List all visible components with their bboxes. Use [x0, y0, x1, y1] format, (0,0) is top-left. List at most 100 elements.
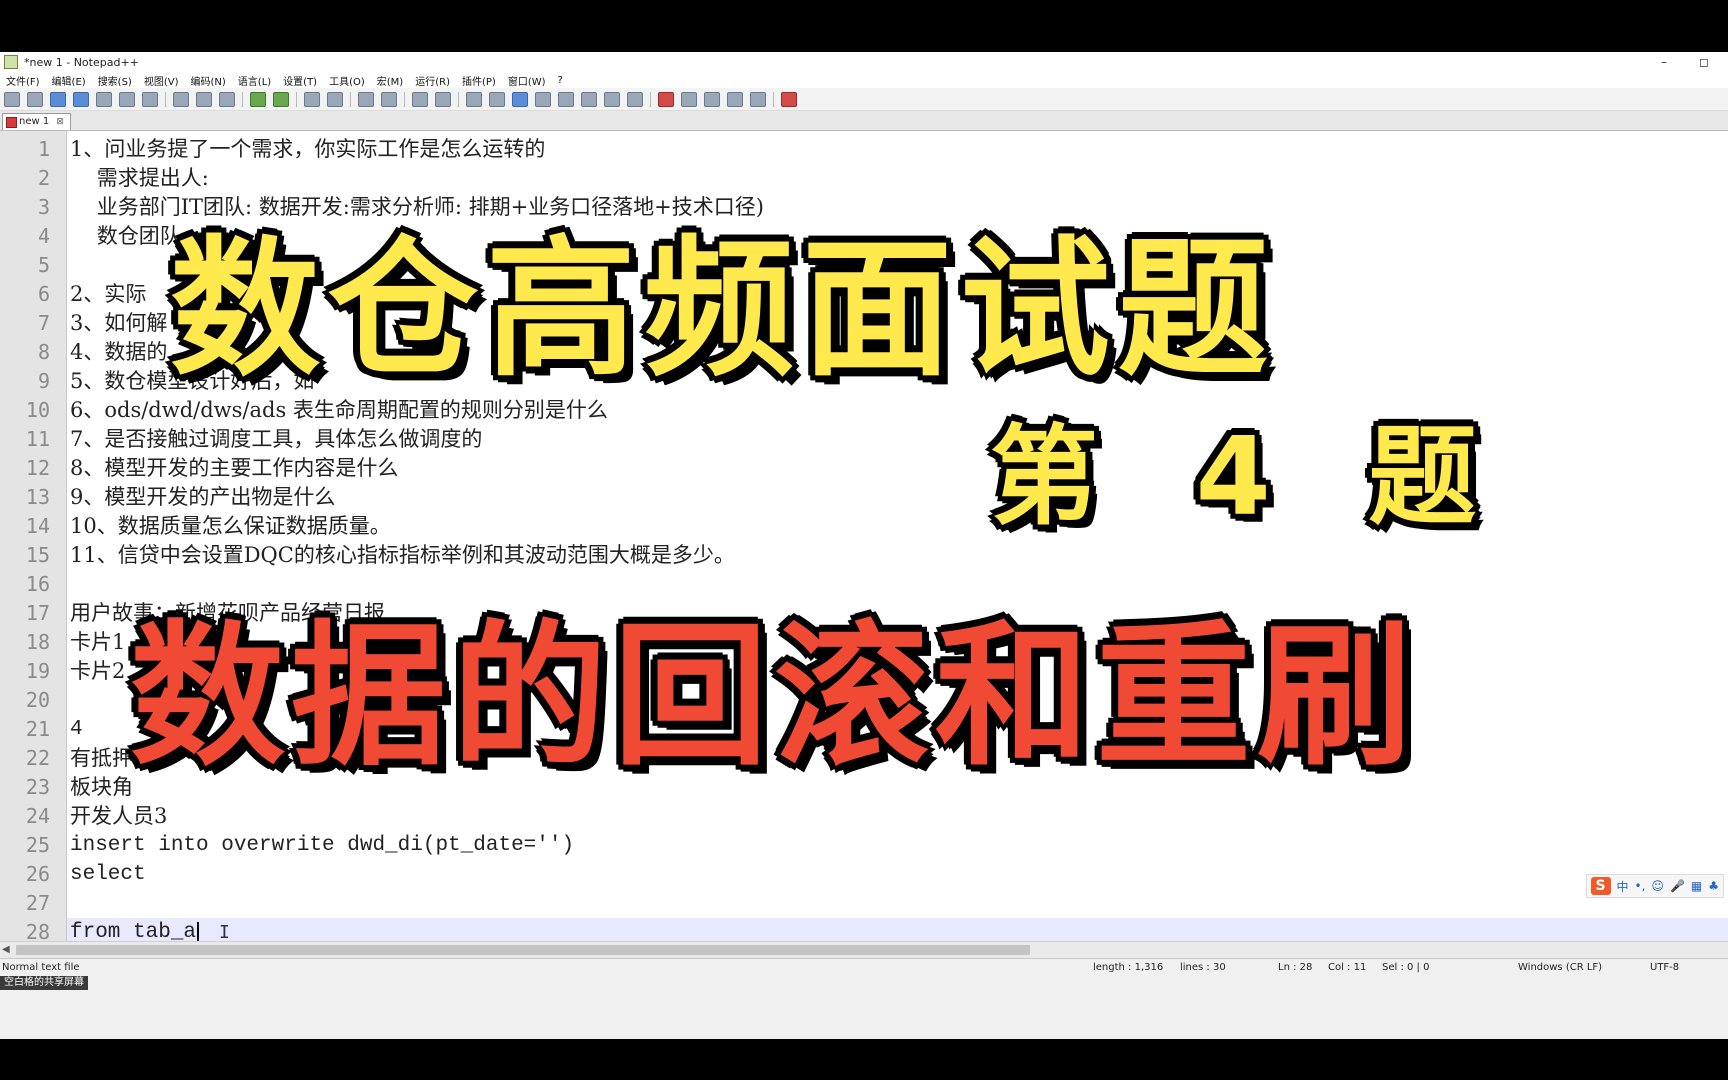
- ime-emoji-icon[interactable]: ☺: [1651, 879, 1664, 893]
- find-icon[interactable]: [304, 91, 320, 107]
- run-macro-multiple-icon[interactable]: [727, 91, 743, 107]
- open-file-icon[interactable]: [27, 91, 43, 107]
- new-file-icon[interactable]: [4, 91, 20, 107]
- scroll-left-icon[interactable]: ◀: [2, 942, 10, 958]
- zoom-in-icon[interactable]: [358, 91, 374, 107]
- menu-plugins[interactable]: 插件(P): [462, 73, 496, 88]
- ime-keyboard-icon[interactable]: ▦: [1691, 879, 1702, 893]
- menu-file[interactable]: 文件(F): [6, 73, 40, 88]
- notepad-icon: [4, 55, 18, 69]
- folder-workspace-icon[interactable]: [604, 91, 620, 107]
- show-all-chars-icon[interactable]: [489, 91, 505, 107]
- maximize-button[interactable]: ◻: [1684, 52, 1724, 72]
- line-number: 19: [25, 659, 50, 683]
- menu-view[interactable]: 视图(V): [144, 73, 179, 88]
- code-line: 8、模型开发的主要工作内容是什么: [70, 456, 399, 480]
- code-line: from tab_a: [70, 921, 197, 941]
- menu-settings[interactable]: 设置(T): [283, 73, 317, 88]
- text-caret: [197, 922, 199, 941]
- close-tab-icon[interactable]: ⊠: [56, 117, 64, 127]
- mouse-ibeam-cursor: I: [219, 922, 230, 941]
- tab-new-1[interactable]: new 1 ⊠: [2, 113, 71, 130]
- line-number: 26: [25, 862, 50, 886]
- code-line: 开发人员3: [70, 804, 168, 828]
- line-number: 15: [25, 543, 50, 567]
- code-line: select: [70, 863, 146, 886]
- line-number: 6: [37, 282, 50, 306]
- save-macro-icon[interactable]: [750, 91, 766, 107]
- line-number: 27: [25, 891, 50, 915]
- code-line: 2、实际: [70, 282, 147, 306]
- line-number: 17: [25, 601, 50, 625]
- copy-icon[interactable]: [196, 91, 212, 107]
- code-line: 卡片1: [70, 630, 126, 654]
- line-number: 7: [37, 311, 50, 335]
- ime-punctuation-icon[interactable]: •,: [1635, 879, 1646, 893]
- scrollbar-thumb[interactable]: [16, 945, 1030, 955]
- record-macro-icon[interactable]: [658, 91, 674, 107]
- line-number: 25: [25, 833, 50, 857]
- doc-map-icon[interactable]: [558, 91, 574, 107]
- doc-length: length : 1,316: [1093, 962, 1164, 973]
- code-line: 10、数据质量怎么保证数据质量。: [70, 514, 391, 538]
- word-wrap-icon[interactable]: [466, 91, 482, 107]
- eol-format[interactable]: Windows (CR LF): [1518, 962, 1602, 973]
- code-line: 卡片2: [70, 659, 126, 683]
- line-count: lines : 30: [1180, 962, 1226, 973]
- indent-guide-icon[interactable]: [512, 91, 528, 107]
- stop-macro-icon[interactable]: [681, 91, 697, 107]
- line-number: 14: [25, 514, 50, 538]
- menu-encoding[interactable]: 编码(N): [191, 73, 226, 88]
- window-title: *new 1 - Notepad++: [24, 55, 139, 69]
- replace-icon[interactable]: [327, 91, 343, 107]
- screen-share-notice: 空白格的共享屏幕: [0, 976, 88, 990]
- menu-language[interactable]: 语言(L): [238, 73, 271, 88]
- function-list-icon[interactable]: [581, 91, 597, 107]
- redo-icon[interactable]: [273, 91, 289, 107]
- undo-icon[interactable]: [250, 91, 266, 107]
- close-all-icon[interactable]: [119, 91, 135, 107]
- menu-macro[interactable]: 宏(M): [377, 73, 403, 88]
- code-line: 7、是否接触过调度工具，具体怎么做调度的: [70, 427, 483, 451]
- udl-icon[interactable]: [535, 91, 551, 107]
- sync-horizontal-icon[interactable]: [435, 91, 451, 107]
- ime-voice-icon[interactable]: 🎤: [1670, 879, 1685, 893]
- close-file-icon[interactable]: [96, 91, 112, 107]
- menu-help[interactable]: ?: [558, 75, 563, 86]
- monitoring-icon[interactable]: [627, 91, 643, 107]
- line-number: 13: [25, 485, 50, 509]
- code-line: 4: [70, 718, 83, 741]
- ime-chinese-mode[interactable]: 中: [1617, 878, 1629, 895]
- title-bar: *new 1 - Notepad++ – ◻: [0, 52, 1728, 72]
- selection-info: Sel : 0 | 0: [1382, 962, 1430, 973]
- line-number: 16: [25, 572, 50, 596]
- save-all-icon[interactable]: [73, 91, 89, 107]
- menu-run[interactable]: 运行(R): [415, 73, 450, 88]
- line-number: 8: [37, 340, 50, 364]
- code-line: insert into overwrite dwd_di(pt_date=''): [70, 834, 575, 857]
- menu-tools[interactable]: 工具(O): [329, 73, 365, 88]
- encoding[interactable]: UTF-8: [1650, 962, 1679, 973]
- print-icon[interactable]: [142, 91, 158, 107]
- menu-window[interactable]: 窗口(W): [508, 73, 546, 88]
- line-number: 28: [25, 920, 50, 941]
- ime-toolbar[interactable]: S 中 •, ☺ 🎤 ▦ ♣: [1585, 874, 1724, 898]
- cut-icon[interactable]: [173, 91, 189, 107]
- cursor-line: Ln : 28: [1278, 962, 1313, 973]
- menu-edit[interactable]: 编辑(E): [52, 73, 86, 88]
- code-line: 数仓团队: [70, 224, 181, 248]
- cursor-col: Col : 11: [1328, 962, 1367, 973]
- menu-search[interactable]: 搜索(S): [98, 73, 132, 88]
- line-number: 11: [25, 427, 50, 451]
- sync-vertical-icon[interactable]: [412, 91, 428, 107]
- menu-bar: 文件(F) 编辑(E) 搜索(S) 视图(V) 编码(N) 语言(L) 设置(T…: [0, 72, 1728, 88]
- ime-skin-icon[interactable]: ♣: [1708, 879, 1719, 893]
- unsaved-file-icon: [6, 117, 17, 128]
- horizontal-scrollbar[interactable]: ◀: [0, 941, 1728, 958]
- minimize-button[interactable]: –: [1644, 52, 1684, 72]
- save-icon[interactable]: [50, 91, 66, 107]
- spellcheck-icon[interactable]: [781, 91, 797, 107]
- zoom-out-icon[interactable]: [381, 91, 397, 107]
- paste-icon[interactable]: [219, 91, 235, 107]
- play-macro-icon[interactable]: [704, 91, 720, 107]
